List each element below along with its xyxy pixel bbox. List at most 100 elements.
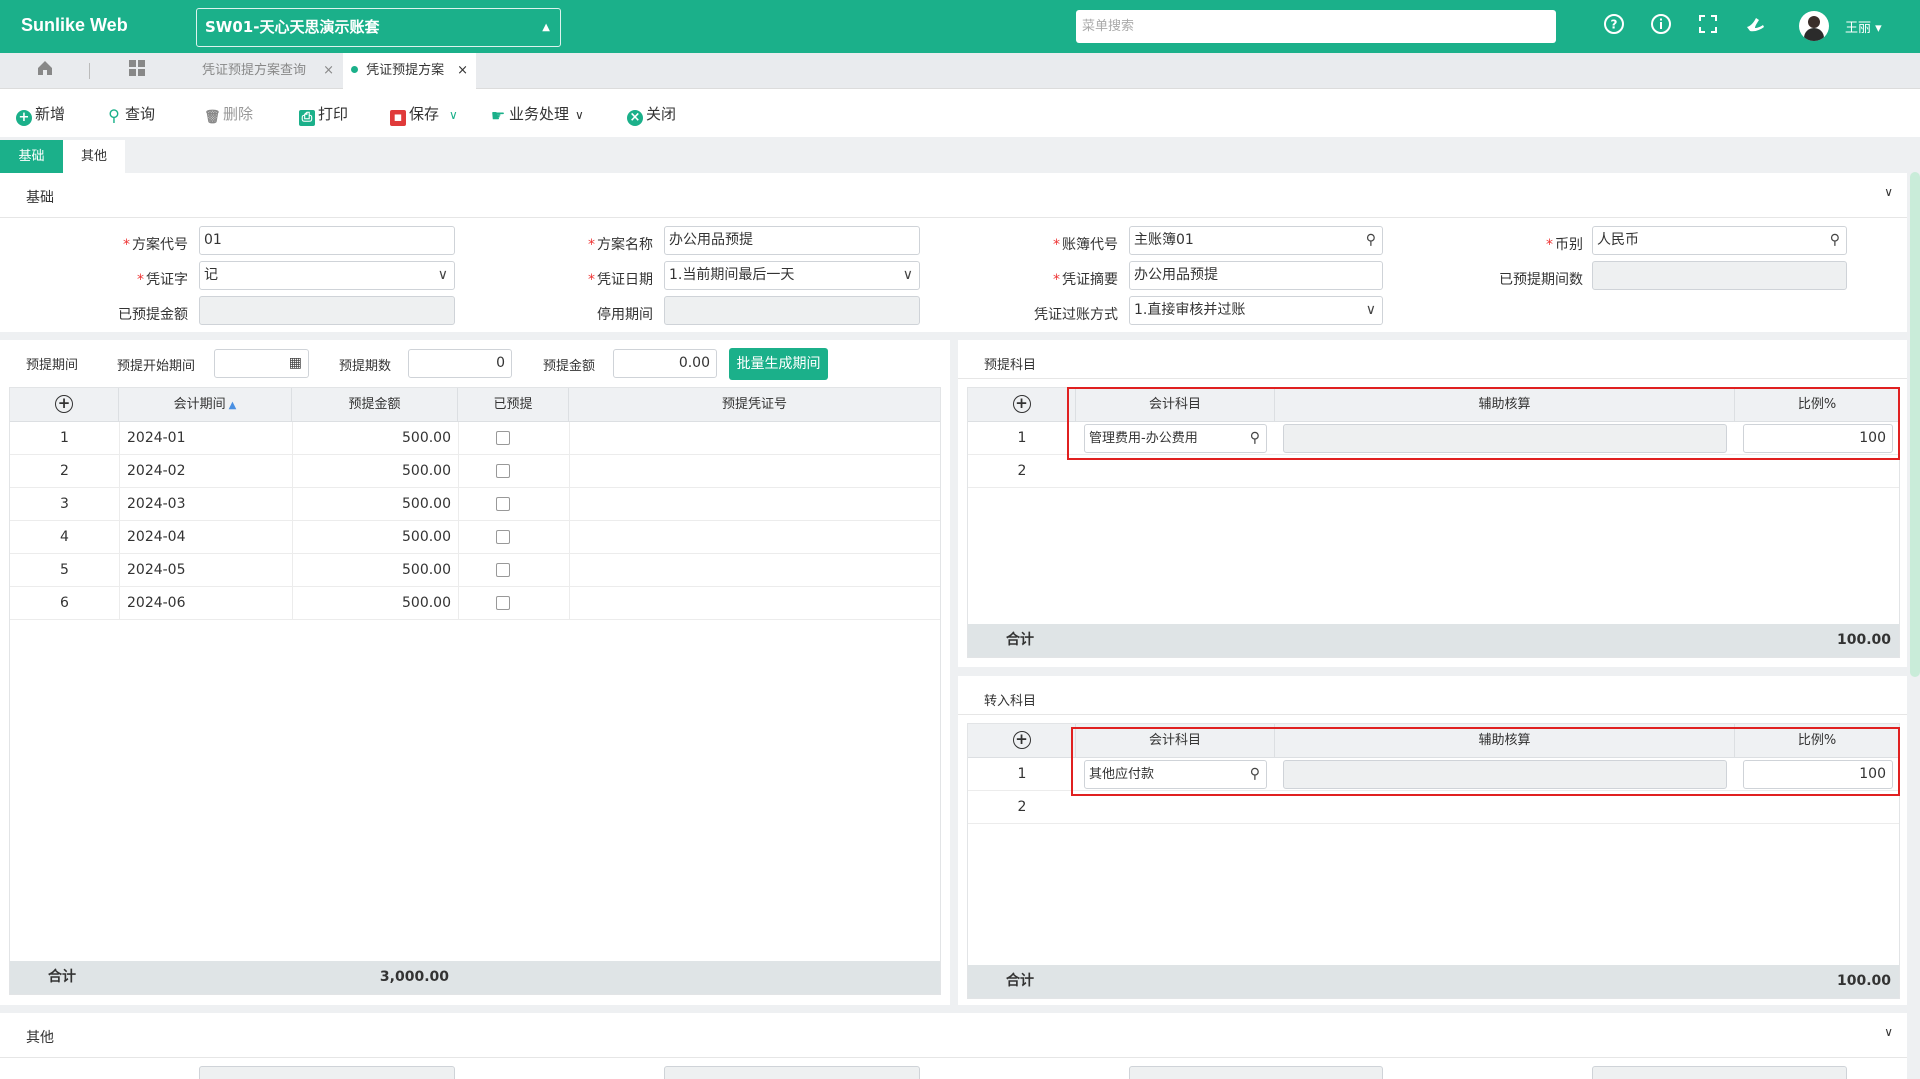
period-count-input[interactable]: 0 xyxy=(408,349,512,378)
toolbar: + 新增 ⚲ 查询 🗑 删除 ⎙ 打印 ▪ 保存 ∨ ☛ 业务处理 ∨ × 关闭 xyxy=(0,89,1920,137)
delete-button[interactable]: 🗑 删除 xyxy=(204,103,253,125)
voucher-date-label: * 凭证日期 xyxy=(588,272,653,288)
calendar-icon[interactable]: ▦ xyxy=(289,350,302,377)
divider xyxy=(958,714,1907,715)
accrued-checkbox[interactable] xyxy=(496,563,510,577)
chevron-down-icon: ∨ xyxy=(437,267,448,283)
divider xyxy=(958,378,1907,379)
table-row[interactable]: 4 2024-04 500.00 xyxy=(10,521,940,554)
table-row[interactable]: 3 2024-03 500.00 xyxy=(10,488,940,521)
ledger-code-input[interactable]: 主账簿01 ⚲ xyxy=(1129,226,1383,255)
add-row-icon[interactable]: + xyxy=(968,724,1076,758)
column-divider xyxy=(292,422,293,620)
accrued-amount-label: 已预提金额 xyxy=(118,307,188,323)
amount-cell: 500.00 xyxy=(402,463,451,479)
save-button[interactable]: ▪ 保存 ∨ xyxy=(390,103,458,126)
business-label: 业务处理 xyxy=(509,105,570,123)
total-amount: 3,000.00 xyxy=(379,969,449,985)
info-icon[interactable] xyxy=(1648,13,1674,39)
app-logo: Sunlike Web xyxy=(21,15,128,35)
period-panel: 预提期间 预提开始期间 ▦ 预提期数 0 预提金额 0.00 批量生成期间 + … xyxy=(0,340,950,1005)
close-label: 关闭 xyxy=(646,105,677,123)
row-number: 2 xyxy=(1017,799,1027,815)
save-label: 保存 xyxy=(409,105,440,123)
chevron-down-icon[interactable]: ∨ xyxy=(449,108,458,122)
accrued-checkbox[interactable] xyxy=(496,431,510,445)
svg-text:?: ? xyxy=(1611,18,1618,32)
batch-generate-button[interactable]: 批量生成期间 xyxy=(729,348,828,380)
column-divider xyxy=(458,422,459,620)
caret-up-icon: ▲ xyxy=(542,22,550,33)
search-icon[interactable]: ⚲ xyxy=(1830,227,1840,254)
accrued-amount-input xyxy=(199,296,455,325)
plus-icon: + xyxy=(16,110,32,126)
table-row[interactable]: 6 2024-06 500.00 xyxy=(10,587,940,620)
tab-basic[interactable]: 基础 xyxy=(0,140,63,173)
plan-name-input[interactable]: 办公用品预提 xyxy=(664,226,920,255)
user-avatar[interactable] xyxy=(1799,11,1829,41)
new-button[interactable]: + 新增 xyxy=(16,103,66,126)
chevron-down-icon[interactable]: ∨ xyxy=(575,108,584,122)
voucher-word-select[interactable]: 记 ∨ xyxy=(199,261,455,290)
add-row-icon[interactable]: + xyxy=(968,388,1076,422)
voucher-summary-label: * 凭证摘要 xyxy=(1053,272,1118,288)
col-voucher-no: 预提凭证号 xyxy=(721,397,787,412)
accrual-subject-panel: 预提科目 + 会计科目 辅助核算 比例% 1 管理费用-办公费用 ⚲ 100 2 … xyxy=(958,340,1907,667)
query-button[interactable]: ⚲ 查询 xyxy=(106,103,155,125)
col-accrued: 已预提 xyxy=(458,388,569,422)
account-selector[interactable]: SW01-天心天思演示账套 ▲ xyxy=(196,8,561,47)
chevron-down-icon: ∨ xyxy=(902,267,913,283)
search-icon[interactable]: ⚲ xyxy=(1366,227,1376,254)
add-row-icon[interactable]: + xyxy=(10,388,119,422)
accrued-checkbox[interactable] xyxy=(496,464,510,478)
skin-icon[interactable] xyxy=(1742,13,1768,39)
posting-mode-select[interactable]: 1.直接审核并过账 ∨ xyxy=(1129,296,1383,325)
col-amount: 预提金额 xyxy=(292,388,458,422)
tab-voucher-plan[interactable]: 凭证预提方案 × xyxy=(343,53,476,89)
other-field xyxy=(1592,1066,1847,1079)
plan-code-input[interactable]: 01 xyxy=(199,226,455,255)
home-icon[interactable] xyxy=(30,53,60,89)
fullscreen-icon[interactable] xyxy=(1695,13,1721,39)
tab-voucher-plan-query[interactable]: 凭证预提方案查询 × xyxy=(190,53,340,89)
tab-other[interactable]: 其他 xyxy=(63,140,125,173)
accrued-checkbox[interactable] xyxy=(496,497,510,511)
close-icon[interactable]: × xyxy=(457,53,468,89)
user-name[interactable]: 王丽 ▾ xyxy=(1845,17,1882,36)
close-icon[interactable]: × xyxy=(323,53,334,89)
sort-icon[interactable]: ▲ xyxy=(229,400,237,411)
currency-input[interactable]: 人民币 ⚲ xyxy=(1592,226,1847,255)
posting-mode-label: 凭证过账方式 xyxy=(1034,307,1118,323)
close-button[interactable]: × 关闭 xyxy=(627,103,677,126)
grid-header: + 会计期间 ▲ 预提金额 已预提 预提凭证号 xyxy=(10,388,940,422)
period-cell: 2024-02 xyxy=(127,463,186,479)
highlight-box xyxy=(1071,727,1900,796)
table-row[interactable]: 5 2024-05 500.00 xyxy=(10,554,940,587)
period-amount-input[interactable]: 0.00 xyxy=(613,349,717,378)
amount-cell: 500.00 xyxy=(402,562,451,578)
apps-grid-icon[interactable] xyxy=(124,53,150,89)
help-icon[interactable]: ? xyxy=(1601,13,1627,39)
accrued-checkbox[interactable] xyxy=(496,596,510,610)
voucher-date-select[interactable]: 1.当前期间最后一天 ∨ xyxy=(664,261,920,290)
transfer-subject-panel: 转入科目 + 会计科目 辅助核算 比例% 1 其他应付款 ⚲ 100 2 合计 1… xyxy=(958,676,1907,1005)
amount-cell: 500.00 xyxy=(402,496,451,512)
accrued-checkbox[interactable] xyxy=(496,530,510,544)
scrollbar[interactable] xyxy=(1910,172,1920,677)
chevron-down-icon[interactable]: ∨ xyxy=(1884,185,1893,199)
chevron-down-icon[interactable]: ∨ xyxy=(1884,1025,1893,1039)
new-label: 新增 xyxy=(35,105,66,123)
voucher-summary-input[interactable]: 办公用品预提 xyxy=(1129,261,1383,290)
print-button[interactable]: ⎙ 打印 xyxy=(299,103,348,126)
accrued-periods-label: 已预提期间数 xyxy=(1499,272,1583,288)
menu-search-input[interactable]: 菜单搜索 xyxy=(1076,10,1556,43)
table-row[interactable]: 2 2024-02 500.00 xyxy=(10,455,940,488)
row-number: 3 xyxy=(60,496,69,512)
plan-name-label: * 方案名称 xyxy=(588,237,653,253)
business-button[interactable]: ☛ 业务处理 ∨ xyxy=(490,103,584,125)
table-row[interactable]: 1 2024-01 500.00 xyxy=(10,422,940,455)
col-period[interactable]: 会计期间 ▲ xyxy=(119,388,292,422)
start-period-input[interactable]: ▦ xyxy=(214,349,309,378)
trash-icon: 🗑 xyxy=(204,110,221,125)
other-field xyxy=(664,1066,920,1079)
